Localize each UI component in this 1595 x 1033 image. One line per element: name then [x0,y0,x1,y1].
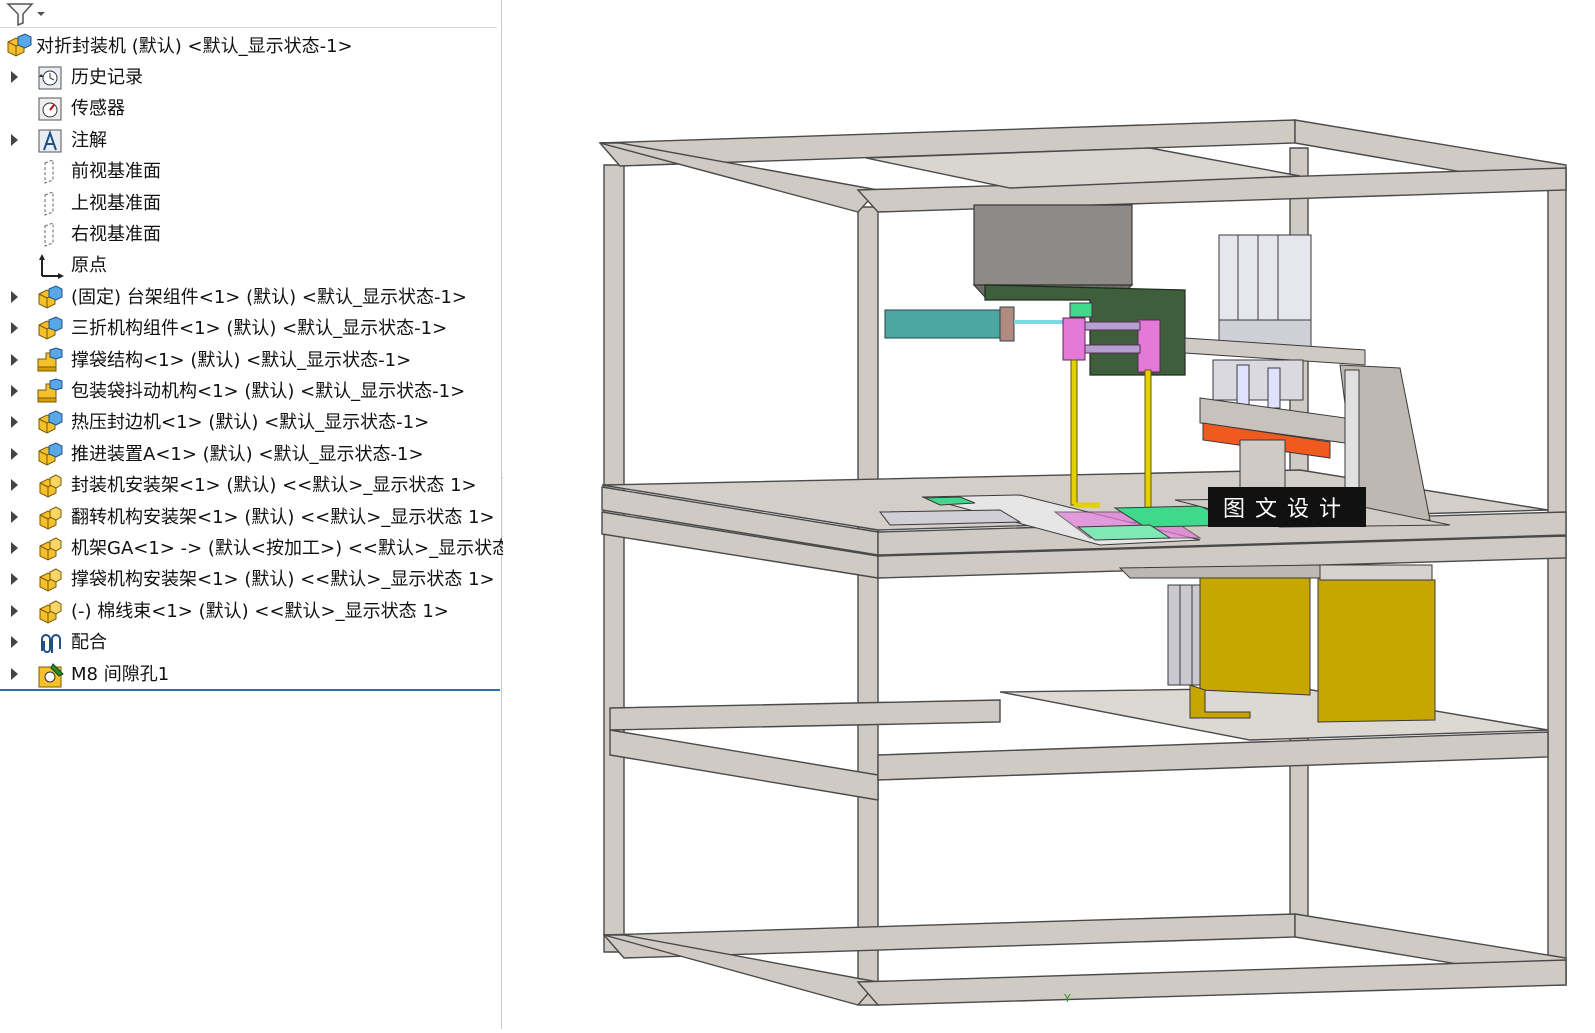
tree-item[interactable]: (固定) 台架组件<1> (默认) <默认_显示状态-1> [0,282,502,312]
sensor-icon [38,97,62,121]
plane-icon [44,222,54,247]
tree-root-label: 对折封装机 (默认) <默认_显示状态-1> [36,36,353,57]
frame-post-back-right [1547,167,1567,986]
plane-icon [44,190,54,216]
tree-item[interactable]: 翻转机构安装架<1> (默认) <<默认>_显示状态 1> [0,502,502,532]
expand-arrow-icon[interactable] [11,447,18,460]
tree-item[interactable]: 右视基准面 [0,219,502,249]
frame-lower-shelf-panel [999,687,1549,741]
plane-icon [44,159,54,184]
expand-arrow-icon[interactable] [11,542,18,554]
expand-arrow-icon[interactable] [11,667,18,680]
tree-item[interactable]: 机架GA<1> -> (默认<按加工>) <<默认>_显示状态 1> [0,533,542,563]
tree-item-label: (固定) 台架组件<1> (默认) <默认_显示状态-1> [71,286,467,308]
tree-item[interactable]: 配合 [0,627,502,657]
history-icon [38,66,62,90]
feature-tree-panel: 对折封装机 (默认) <默认_显示状态-1> 历史记录传感器注解前视基准面上视基… [0,0,542,1029]
frame-lower-left-beam [609,699,1001,731]
tree-item-label: (-) 棉线束<1> (默认) <<默认>_显示状态 1> [71,600,449,622]
tree-item-label: 右视基准面 [71,224,161,245]
tree-item[interactable]: (-) 棉线束<1> (默认) <<默认>_显示状态 1> [0,596,502,626]
tree-item-label: 传感器 [71,98,125,120]
assembly-icon [38,442,63,466]
expand-arrow-icon[interactable] [11,573,18,586]
expand-arrow-icon[interactable] [11,479,18,492]
tree-item-label: M8 间隙孔1 [71,663,170,685]
tree-item-label: 历史记录 [71,67,143,88]
expand-arrow-icon[interactable] [11,416,18,429]
tree-item-label: 封装机安装架<1> (默认) <<默认>_显示状态 1> [71,475,477,497]
expand-arrow-icon[interactable] [11,636,18,649]
tree-item-label: 推进装置A<1> (默认) <默认_显示状态-1> [71,443,424,465]
tree-item-label: 机架GA<1> -> (默认<按加工>) <<默认>_显示状态 1> [71,538,543,559]
part-yellow-icon [39,568,62,592]
part-icon [37,378,63,403]
graphics-viewport[interactable]: 图文设计 Y [503,0,1595,1029]
part-yellow-icon [39,537,62,561]
tree-item[interactable]: 前视基准面 [0,156,502,186]
tree-item[interactable]: 包装袋抖动机构<1> (默认) <默认_显示状态-1> [0,376,502,406]
tree-item-label: 翻转机构安装架<1> (默认) <<默认>_显示状态 1> [71,506,495,528]
annotation-icon [38,129,62,153]
tree-item[interactable]: 三折机构组件<1> (默认) <默认_显示状态-1> [0,313,502,343]
tree-item[interactable]: 传感器 [0,93,502,123]
tree-item-label: 撑袋机构安装架<1> (默认) <<默认>_显示状态 1> [71,569,495,591]
tree-item[interactable]: M8 间隙孔1 [0,659,502,689]
assembly-icon [38,285,63,309]
tree-item-label: 包装袋抖动机构<1> (默认) <默认_显示状态-1> [71,381,466,402]
right-cylinder-stack [1184,234,1366,409]
filter-icon[interactable] [6,2,46,26]
expand-arrow-icon[interactable] [11,322,18,335]
frame-lower-front-beam [609,729,879,801]
tree-item-label: 撑袋结构<1> (默认) <默认_显示状态-1> [71,349,412,371]
expand-arrow-icon[interactable] [11,604,18,617]
expand-arrow-icon[interactable] [11,71,18,83]
tree-item[interactable]: 注解 [0,125,502,155]
tree-item-label: 热压封边机<1> (默认) <默认_显示状态-1> [71,412,430,434]
machine-model-render [598,119,1567,1006]
tree-filter-bar[interactable] [0,0,497,28]
expand-arrow-icon[interactable] [11,353,18,366]
tree-item-label: 前视基准面 [71,161,161,183]
upper-motor-box [973,204,1133,286]
tree-item-label: 三折机构组件<1> (默认) <默认_显示状态-1> [71,318,448,340]
tree-item-label: 配合 [71,632,107,654]
tree-item[interactable]: 封装机安装架<1> (默认) <<默认>_显示状态 1> [0,470,502,500]
origin-icon [39,254,64,280]
axis-y-label: Y [1064,992,1071,1005]
mates-icon [41,634,61,654]
frame-post-front-mid [857,206,879,1006]
expand-arrow-icon[interactable] [11,290,18,303]
frame-bottom-front2-beam [856,959,1567,1006]
tree-item[interactable]: 推进装置A<1> (默认) <默认_显示状态-1> [0,439,502,469]
expand-arrow-icon[interactable] [11,133,18,146]
tree-item-label: 原点 [71,255,107,277]
part-yellow-icon [39,506,62,530]
tree-item[interactable]: 历史记录 [0,62,502,92]
frame-lower-right-beam [877,731,1549,781]
part-yellow-icon [39,600,62,624]
tree-item[interactable]: 热压封边机<1> (默认) <默认_显示状态-1> [0,407,502,437]
part-icon [37,347,63,372]
tree-item[interactable]: 撑袋机构安装架<1> (默认) <<默认>_显示状态 1> [0,564,502,594]
tree-item[interactable]: 上视基准面 [0,188,502,218]
tree-item-label: 上视基准面 [71,192,161,214]
frame-post-front-left [603,164,625,953]
assembly-icon [38,316,63,340]
tree-root-assembly[interactable]: 对折封装机 (默认) <默认_显示状态-1> [0,31,502,61]
expand-arrow-icon[interactable] [11,510,18,523]
watermark-label: 图文设计 [1208,487,1366,527]
assembly-icon [38,410,63,434]
part-yellow-icon [39,474,62,498]
teal-cylinder [884,306,1068,342]
expand-arrow-icon[interactable] [11,385,18,397]
hole-wizard-icon [38,662,64,688]
assembly-icon [7,33,32,57]
tree-item[interactable]: 原点 [0,250,502,280]
tree-end-rollback-bar[interactable] [0,689,500,691]
tree-item-label: 注解 [71,129,107,151]
tree-item[interactable]: 撑袋结构<1> (默认) <默认_显示状态-1> [0,345,502,375]
